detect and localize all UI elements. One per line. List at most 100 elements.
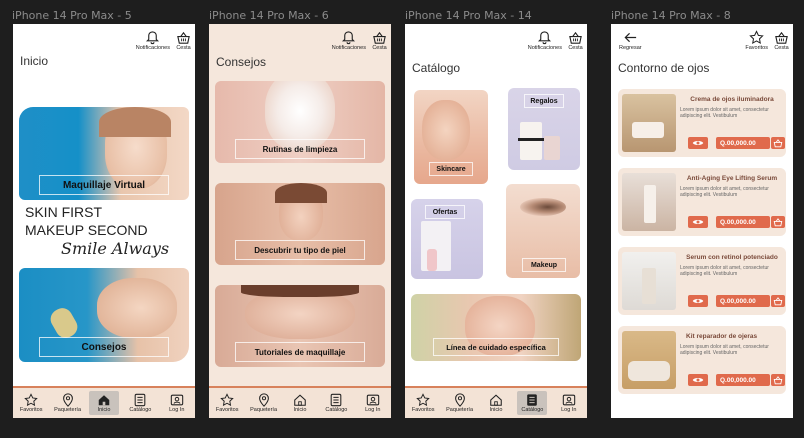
catalog-tile-skincare[interactable]: Skincare xyxy=(414,90,488,184)
notifications-label: Notificaciones xyxy=(527,45,562,51)
location-pin-icon xyxy=(62,393,73,407)
page-title: Contorno de ojos xyxy=(618,61,710,75)
cart-label: Cesta xyxy=(774,45,789,51)
catalog-tile-specific-care[interactable]: Línea de cuidado específica xyxy=(411,294,581,361)
nav-login[interactable]: Log In xyxy=(162,391,192,415)
notifications-button[interactable]: Notificaciones xyxy=(136,30,170,51)
view-button[interactable] xyxy=(688,137,708,149)
catalog-tile-offers[interactable]: Ofertas xyxy=(411,199,483,279)
favorites-button[interactable]: Favoritos xyxy=(745,30,768,51)
location-pin-icon xyxy=(258,393,269,407)
model-hair xyxy=(241,285,359,297)
price-button[interactable]: Q.00,000.00 xyxy=(716,137,770,149)
back-label: Regresar xyxy=(619,45,642,51)
tagline-skin-first: SKIN FIRST xyxy=(25,204,103,220)
nav-label: Catálogo xyxy=(129,407,152,413)
topbar: Notificaciones Cesta xyxy=(528,30,583,51)
cart-button[interactable]: Cesta xyxy=(774,30,789,51)
basket-icon xyxy=(775,31,788,44)
star-icon xyxy=(749,30,764,45)
virtual-makeup-banner[interactable]: Maquillaje Virtual xyxy=(19,107,189,200)
basket-icon xyxy=(177,31,190,44)
catalog-tile-label: Línea de cuidado específica xyxy=(433,338,559,356)
gift-box-image xyxy=(520,122,542,160)
product-card[interactable]: Crema de ojos iluminadora Lorem ipsum do… xyxy=(618,89,786,157)
add-to-cart-button[interactable] xyxy=(771,295,785,307)
product-card[interactable]: Anti-Aging Eye Lifting Serum Lorem ipsum… xyxy=(618,168,786,236)
nav-label: Log In xyxy=(561,407,577,413)
star-icon xyxy=(416,393,430,407)
view-button[interactable] xyxy=(688,216,708,228)
cart-button[interactable]: Cesta xyxy=(372,30,387,51)
price-button[interactable]: Q.00,000.00 xyxy=(716,295,770,307)
tip-card-cleansing[interactable]: Rutinas de limpieza xyxy=(215,81,385,163)
tip-card-makeup-tutorials[interactable]: Tutoriales de maquillaje xyxy=(215,285,385,367)
catalog-tile-label: Regalos xyxy=(524,94,564,108)
user-card-icon xyxy=(366,394,379,406)
home-icon xyxy=(490,394,502,406)
nav-label: Inicio xyxy=(97,407,111,413)
page-title: Catálogo xyxy=(412,61,461,75)
price-button[interactable]: Q.00,000.00 xyxy=(716,374,770,386)
nav-label: Inicio xyxy=(293,407,307,413)
product-card[interactable]: Serum con retinol potenciado Lorem ipsum… xyxy=(618,247,786,315)
tagline-makeup-second: MAKEUP SECOND xyxy=(25,222,148,238)
add-to-cart-button[interactable] xyxy=(771,216,785,228)
catalog-tile-gifts[interactable]: Regalos xyxy=(508,88,580,170)
nav-label: Inicio xyxy=(489,407,503,413)
kit-items-image xyxy=(628,361,670,381)
tips-banner[interactable]: Consejos xyxy=(19,268,189,362)
nav-catalog[interactable]: Catálogo xyxy=(517,391,548,415)
catalog-list-icon xyxy=(527,394,538,406)
price-button[interactable]: Q.00,000.00 xyxy=(716,216,770,228)
cart-button[interactable]: Cesta xyxy=(176,30,191,51)
back-button[interactable]: Regresar xyxy=(619,30,642,51)
view-button[interactable] xyxy=(688,374,708,386)
cart-button[interactable]: Cesta xyxy=(568,30,583,51)
nav-favorites[interactable]: Favoritos xyxy=(16,391,46,415)
nav-packages[interactable]: Paquetería xyxy=(53,391,83,415)
nav-packages[interactable]: Paquetería xyxy=(445,391,475,415)
model-face-image xyxy=(97,278,177,338)
add-to-cart-button[interactable] xyxy=(771,137,785,149)
cart-label: Cesta xyxy=(568,45,583,51)
product-name: Anti-Aging Eye Lifting Serum xyxy=(686,175,778,182)
nav-home[interactable]: Inicio xyxy=(88,391,119,415)
nav-home[interactable]: Inicio xyxy=(285,391,315,415)
tip-card-skin-type[interactable]: Descubrir tu tipo de piel xyxy=(215,183,385,265)
catalog-tile-makeup[interactable]: Makeup xyxy=(506,184,580,278)
nav-favorites[interactable]: Favoritos xyxy=(212,391,242,415)
topbar: Notificaciones Cesta xyxy=(332,30,387,51)
eye-closeup-image xyxy=(520,198,566,216)
notifications-button[interactable]: Notificaciones xyxy=(332,30,366,51)
nav-home[interactable]: Inicio xyxy=(481,391,511,415)
product-description: Lorem ipsum dolor sit amet, consectetur … xyxy=(680,107,769,119)
tip-card-label: Rutinas de limpieza xyxy=(235,139,365,159)
model-hair xyxy=(99,107,171,137)
nav-catalog[interactable]: Catálogo xyxy=(321,391,351,415)
product-card[interactable]: Kit reparador de ojeras Lorem ipsum dolo… xyxy=(618,326,786,394)
notifications-button[interactable]: Notificaciones xyxy=(528,30,562,51)
nav-login[interactable]: Log In xyxy=(358,391,388,415)
user-card-icon xyxy=(170,394,183,406)
add-to-cart-button[interactable] xyxy=(771,374,785,386)
catalog-list-icon xyxy=(135,393,146,407)
nav-catalog[interactable]: Catálogo xyxy=(125,391,155,415)
basket-icon xyxy=(373,31,386,44)
nav-label: Favoritos xyxy=(411,407,435,413)
product-description: Lorem ipsum dolor sit amet, consectetur … xyxy=(680,344,769,356)
page-title: Inicio xyxy=(20,54,49,68)
eye-icon xyxy=(692,220,704,224)
notifications-label: Notificaciones xyxy=(331,45,366,51)
topbar: Notificaciones Cesta xyxy=(136,30,191,51)
nav-packages[interactable]: Paquetería xyxy=(249,391,279,415)
cart-label: Cesta xyxy=(176,45,191,51)
bell-icon xyxy=(538,31,552,45)
view-button[interactable] xyxy=(688,295,708,307)
serum-bottle-image xyxy=(642,268,656,304)
eye-icon xyxy=(692,141,704,145)
basket-icon xyxy=(773,218,783,227)
nav-favorites[interactable]: Favoritos xyxy=(408,391,438,415)
nav-login[interactable]: Log In xyxy=(554,391,584,415)
catalog-tile-label: Ofertas xyxy=(425,205,465,219)
